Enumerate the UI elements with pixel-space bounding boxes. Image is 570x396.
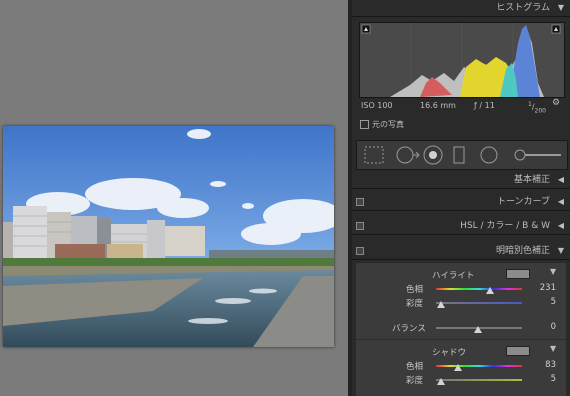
highlights-hue-slider[interactable] — [436, 288, 522, 290]
shadows-sat-label: 彩度 — [406, 376, 424, 386]
collapse-triangle-icon[interactable]: ▼ — [558, 0, 564, 16]
right-panel: ヒストグラム ▼ ISO 100 16.6 mm ƒ / 11 1/200 ⚙ … — [352, 0, 570, 396]
original-photo-checkbox[interactable] — [360, 120, 369, 129]
panel-tone-curve-header[interactable]: トーンカーブ ◀ — [352, 194, 570, 211]
iso-value: ISO 100 — [361, 101, 393, 110]
shadows-sat-thumb[interactable] — [437, 378, 445, 385]
panel-split-toning-header[interactable]: 明暗別色補正 ▼ — [352, 243, 570, 260]
shadows-hue-thumb[interactable] — [454, 364, 462, 371]
panel-tone-curve-label: トーンカーブ — [496, 197, 550, 207]
tool-strip — [356, 140, 568, 170]
shadows-color-swatch[interactable] — [506, 346, 530, 356]
shadows-sat-slider[interactable] — [436, 379, 522, 381]
highlights-hue-thumb[interactable] — [486, 287, 494, 294]
collapse-triangle-icon[interactable]: ▼ — [558, 243, 564, 259]
shutter-speed: 1/200 — [528, 101, 546, 115]
shutter-den: 200 — [534, 107, 546, 115]
highlights-dropdown-icon[interactable]: ▼ — [550, 267, 556, 276]
photo-preview[interactable] — [3, 126, 334, 347]
panel-hsl-header[interactable]: HSL / カラー / B & W ◀ — [352, 218, 570, 235]
highlights-color-swatch[interactable] — [506, 269, 530, 279]
balance-label: バランス — [392, 324, 426, 334]
panel-basic-label: 基本補正 — [513, 175, 550, 185]
histogram-title: ヒストグラム — [496, 3, 550, 13]
panel-hsl-label: HSL / カラー / B & W — [460, 221, 550, 231]
highlights-hue-value[interactable]: 231 — [526, 283, 556, 293]
original-photo-label: 元の写真 — [372, 120, 404, 129]
expand-triangle-icon[interactable]: ◀ — [558, 194, 564, 210]
histogram-header[interactable]: ヒストグラム ▼ — [352, 0, 570, 17]
highlights-sat-label: 彩度 — [406, 299, 424, 309]
expand-triangle-icon[interactable]: ◀ — [558, 218, 564, 234]
expand-triangle-icon[interactable]: ◀ — [558, 172, 564, 188]
shutter-num: 1 — [528, 101, 532, 108]
settings-icon[interactable]: ⚙ — [552, 98, 560, 108]
highlights-hue-label: 色相 — [406, 285, 424, 295]
aperture: ƒ / 11 — [474, 101, 495, 110]
panel-toggle-switch[interactable] — [356, 198, 364, 206]
crop-tool-icon — [364, 146, 384, 164]
panel-basic-header[interactable]: 基本補正 ◀ — [352, 172, 570, 189]
panel-toggle-switch[interactable] — [356, 222, 364, 230]
shadows-label: シャドウ — [432, 348, 467, 358]
shadows-dropdown-icon[interactable]: ▼ — [550, 344, 556, 353]
balance-thumb[interactable] — [474, 326, 482, 333]
balance-value[interactable]: 0 — [526, 322, 556, 332]
highlights-label: ハイライト — [432, 271, 475, 281]
panel-split-toning-label: 明暗別色補正 — [495, 246, 550, 256]
shadows-sat-value[interactable]: 5 — [526, 374, 556, 384]
highlights-sat-value[interactable]: 5 — [526, 297, 556, 307]
split-toning-body: ハイライト ▼ 色相 231 彩度 5 バランス 0 シャドウ ▼ 色相 83 … — [356, 263, 566, 396]
histogram-graph — [359, 22, 565, 98]
shadows-hue-value[interactable]: 83 — [526, 360, 556, 370]
focal-length: 16.6 mm — [420, 101, 456, 110]
highlights-sat-thumb[interactable] — [437, 301, 445, 308]
section-divider — [356, 339, 566, 340]
photo-image — [3, 126, 334, 347]
shadows-hue-label: 色相 — [406, 362, 424, 372]
shadows-hue-slider[interactable] — [436, 365, 522, 367]
panel-toggle-switch[interactable] — [356, 247, 364, 255]
image-canvas — [0, 0, 348, 396]
highlights-sat-slider[interactable] — [436, 302, 522, 304]
